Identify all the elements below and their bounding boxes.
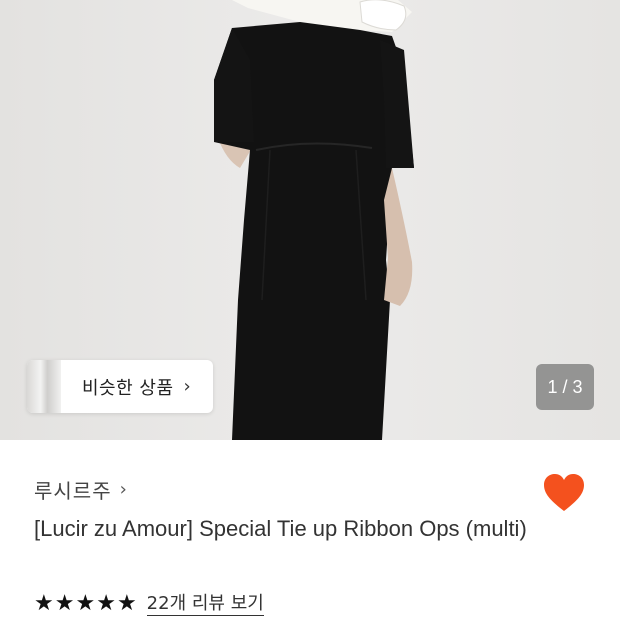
chevron-right-icon: › [183, 376, 191, 397]
star-icon: ★ [96, 591, 116, 616]
star-icon: ★ [34, 591, 54, 616]
rating-stars: ★ ★ ★ ★ ★ [34, 593, 137, 615]
star-icon: ★ [75, 591, 96, 616]
product-image[interactable]: 비슷한 상품 › 1 / 3 [0, 0, 620, 440]
rating-row: ★ ★ ★ ★ ★ 22개 리뷰 보기 [34, 590, 264, 618]
brand-name: 루시르주 [34, 478, 112, 503]
product-title: [Lucir zu Amour] Special Tie up Ribbon O… [34, 516, 527, 541]
wishlist-button[interactable] [543, 473, 585, 513]
star-icon: ★ [116, 591, 137, 616]
review-link[interactable]: 22개 리뷰 보기 [146, 593, 264, 616]
similar-products-label: 비슷한 상품 [82, 377, 174, 399]
brand-link[interactable]: 루시르주 › [34, 474, 127, 504]
star-icon: ★ [54, 591, 75, 616]
chevron-right-icon: › [119, 478, 127, 500]
similar-products-button[interactable]: 비슷한 상품 › [27, 360, 213, 413]
similar-product-thumbnail [27, 360, 61, 413]
heart-icon [544, 474, 584, 511]
image-page-counter: 1 / 3 [536, 364, 594, 410]
